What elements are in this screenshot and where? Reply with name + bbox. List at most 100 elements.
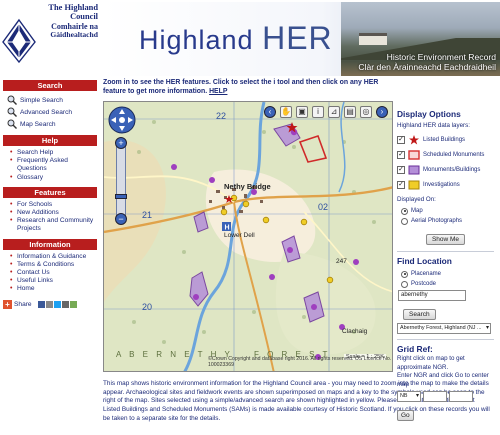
location-search-button[interactable]: Search: [403, 309, 436, 320]
zoom-in-icon[interactable]: +: [115, 137, 127, 149]
map-toolbar: ‹ ✋ ▣ i ⊿ ▤ ◎ ›: [260, 106, 388, 118]
show-me-button[interactable]: Show Me: [425, 234, 466, 245]
layer-checkbox[interactable]: ✓: [397, 150, 405, 159]
search-links: Simple Search Advanced Search Map Search: [3, 94, 97, 130]
zoom-out-icon[interactable]: −: [115, 213, 127, 225]
search-help-link[interactable]: • Search Help: [3, 149, 97, 157]
layers-label: Highland HER data layers:: [397, 122, 470, 129]
display-map-option[interactable]: Map: [397, 206, 494, 216]
contact-us-link[interactable]: • Contact Us: [3, 269, 97, 277]
information-section-heading: Information: [3, 238, 97, 250]
layer-checkbox[interactable]: ✓: [397, 180, 405, 189]
zoom-box-icon[interactable]: ▣: [296, 106, 308, 118]
for-schools-link[interactable]: • For Schools: [3, 201, 97, 209]
measure-icon[interactable]: ⊿: [328, 106, 340, 118]
map-search-link[interactable]: Map Search: [3, 118, 97, 130]
globe-icon[interactable]: ◎: [360, 106, 372, 118]
magnifier-icon: [7, 95, 17, 105]
find-postcode-option[interactable]: Postcode: [397, 279, 494, 289]
twitter-icon[interactable]: [53, 300, 61, 308]
council-logo-text[interactable]: The Highland Council Comhairle na Gàidhe…: [36, 3, 98, 40]
advanced-search-link[interactable]: Advanced Search: [3, 106, 97, 118]
link-label: Information & Guidance: [17, 252, 87, 260]
layer-scheduled-monuments[interactable]: ✓ Scheduled Monuments: [397, 147, 494, 162]
map-viewer[interactable]: H Nethy Bridge Lower Dell 22 02 21 20 Cl…: [103, 101, 393, 372]
banner: Highland HER Historic Environment Record…: [103, 2, 500, 76]
ngr-northing-input[interactable]: [449, 391, 473, 403]
new-additions-link[interactable]: • New Additions: [3, 209, 97, 217]
link-label: Search Help: [17, 149, 54, 156]
go-button[interactable]: Go: [397, 410, 414, 422]
map-label-clachaig: Clachaig: [342, 328, 368, 335]
divider: [397, 251, 494, 252]
red-outline-icon: [408, 149, 420, 160]
location-search-input[interactable]: abernethy: [398, 290, 466, 301]
find-placename-option[interactable]: Placename: [397, 269, 494, 279]
simple-search-link[interactable]: Simple Search: [3, 94, 97, 106]
bullet-icon: •: [10, 269, 13, 277]
link-label: Glossary: [17, 173, 44, 181]
useful-links-link[interactable]: • Useful Links: [3, 277, 97, 285]
layer-label: Investigations: [423, 181, 460, 188]
displayed-on-label: Displayed On:: [397, 196, 436, 203]
email-icon[interactable]: [45, 300, 53, 308]
help-links: • Search Help • Frequently Asked Questions…: [3, 149, 97, 182]
info-icon[interactable]: i: [312, 106, 324, 118]
link-label: New Additions: [17, 209, 59, 217]
share-plus-icon[interactable]: +: [3, 299, 12, 309]
map-instructions-text: Zoom in to see the HER features. Click t…: [103, 79, 379, 95]
terms-conditions-link[interactable]: • Terms & Conditions: [3, 261, 97, 269]
map-label-nethy-bridge: Nethy Bridge: [224, 182, 271, 191]
ngr-prefix-select[interactable]: NB ▾: [397, 391, 421, 403]
more-share-icon[interactable]: [69, 300, 77, 308]
features-section-heading: Features: [3, 186, 97, 198]
facebook-icon[interactable]: [37, 300, 45, 308]
zoom-slider[interactable]: + −: [115, 137, 127, 225]
back-icon[interactable]: ‹: [264, 106, 276, 118]
link-label: Home: [17, 285, 35, 293]
home-link[interactable]: • Home: [3, 285, 97, 293]
search-section-heading: Search: [3, 80, 97, 91]
bullet-icon: •: [10, 157, 13, 165]
layer-listed-buildings[interactable]: ✓ Listed Buildings: [397, 132, 494, 147]
bullet-icon: •: [10, 209, 13, 217]
layer-investigations[interactable]: ✓ Investigations: [397, 177, 494, 192]
layer-checkbox[interactable]: ✓: [397, 165, 405, 174]
bullet-icon: •: [10, 285, 13, 293]
select-value: NB: [400, 393, 408, 400]
print-share-icon[interactable]: [61, 300, 69, 308]
radio-button[interactable]: [401, 280, 408, 288]
map-label-grid-02: 02: [318, 202, 329, 212]
radio-label: Postcode: [411, 281, 437, 287]
layer-checkbox[interactable]: ✓: [397, 135, 405, 144]
zoom-slider-handle[interactable]: [115, 194, 127, 199]
forward-icon[interactable]: ›: [376, 106, 388, 118]
share-label[interactable]: Share: [14, 301, 32, 308]
header: The Highland Council Comhairle na Gàidhe…: [0, 0, 500, 76]
radio-label: Aerial Photographs: [411, 218, 463, 224]
display-aerial-option[interactable]: Aerial Photographs: [397, 216, 494, 226]
site-title: Highland HER: [139, 20, 333, 57]
radio-button[interactable]: [401, 207, 408, 215]
print-icon[interactable]: ▤: [344, 106, 356, 118]
pan-control-icon[interactable]: [108, 106, 136, 134]
research-projects-link[interactable]: • Research and Community Projects: [3, 217, 97, 233]
link-label: Contact Us: [17, 269, 50, 277]
map-label-spot-height: 247: [336, 258, 347, 265]
council-logo-icon[interactable]: [2, 18, 36, 64]
glossary-link[interactable]: • Glossary: [3, 174, 97, 182]
help-section-heading: Help: [3, 135, 97, 146]
help-link[interactable]: HELP: [209, 88, 227, 95]
subtitle-gaelic: Clàr den Àrainneachd Eachdraidheil: [358, 61, 496, 72]
simple-search-label: Simple Search: [20, 96, 63, 104]
faq-link[interactable]: • Frequently Asked Questions: [3, 157, 97, 173]
ngr-easting-input[interactable]: [423, 391, 447, 403]
layer-monuments-buildings[interactable]: ✓ Monuments/Buildings: [397, 162, 494, 177]
information-guidance-link[interactable]: • Information & Guidance: [3, 253, 97, 261]
pan-icon[interactable]: ✋: [280, 106, 292, 118]
radio-button[interactable]: [401, 270, 408, 278]
location-result-select[interactable]: Abernethy Forest, Highland (NJ ... ▾: [397, 323, 491, 334]
radio-button[interactable]: [401, 217, 408, 225]
logo-line-4: Gàidhealtachd: [50, 30, 98, 40]
site-title-her: HER: [262, 20, 333, 56]
